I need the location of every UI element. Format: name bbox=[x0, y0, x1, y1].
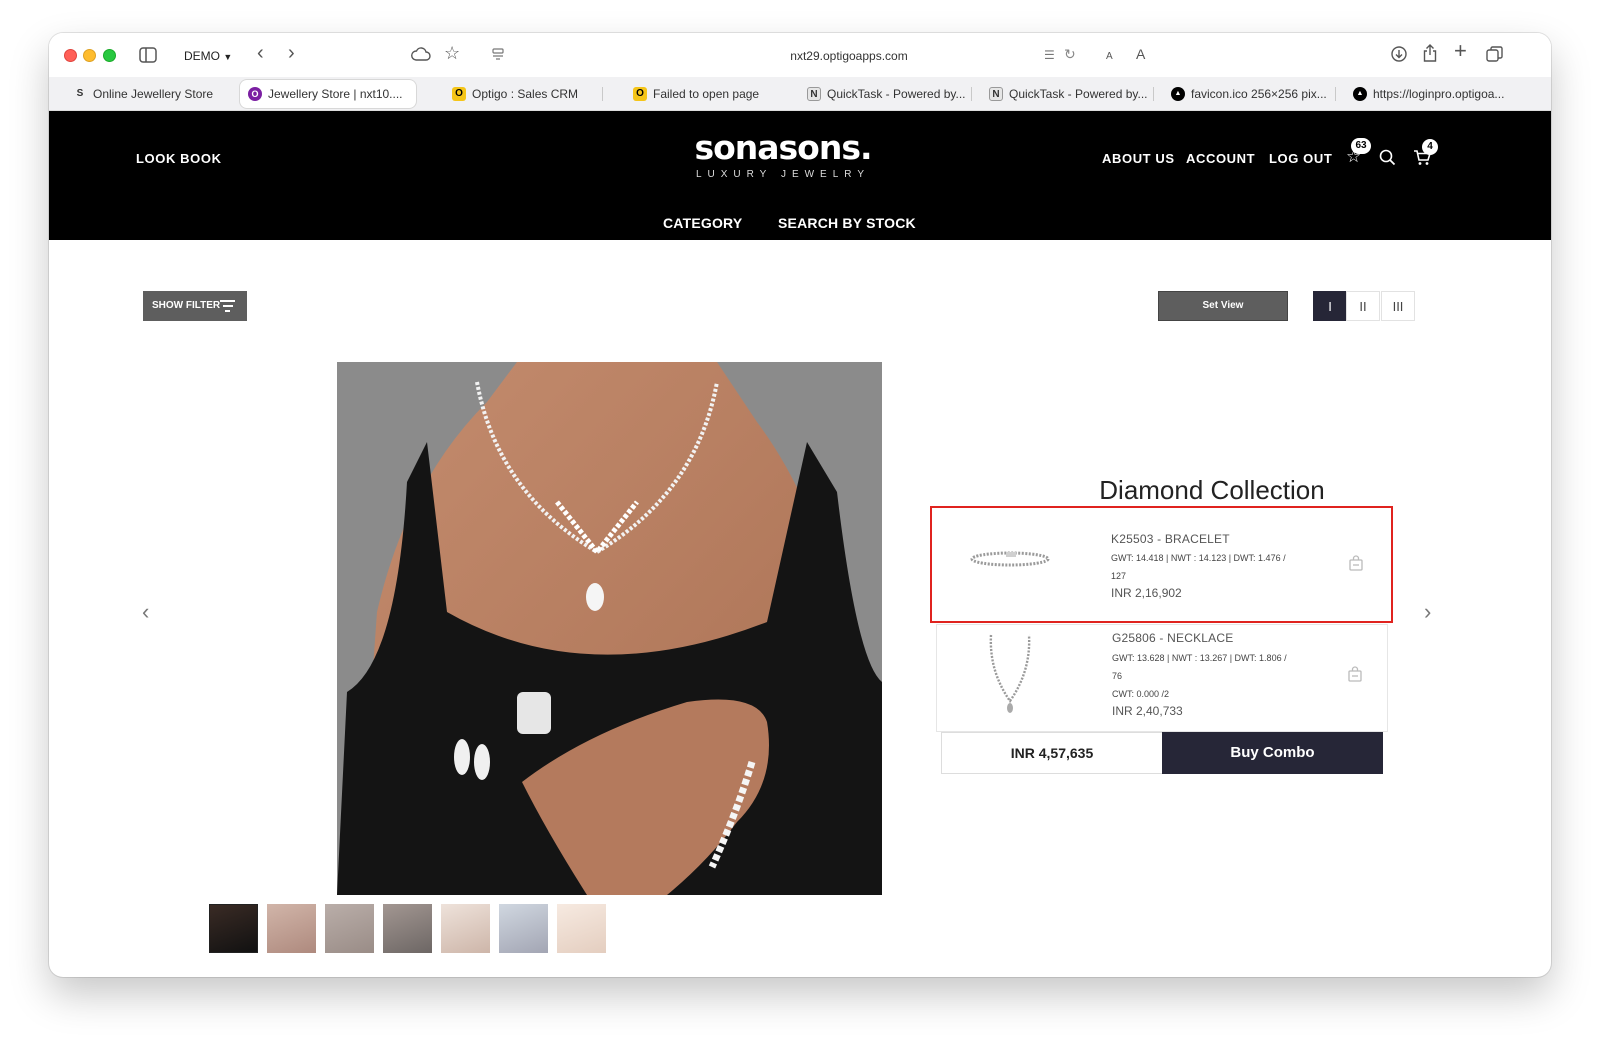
n-favicon-icon: N bbox=[989, 87, 1003, 101]
view-toggle-1[interactable]: I bbox=[1313, 291, 1347, 321]
item-price: INR 2,16,902 bbox=[1111, 586, 1182, 600]
item-title: K25503 - BRACELET bbox=[1111, 532, 1230, 546]
tab-separator bbox=[1153, 87, 1154, 101]
share-icon[interactable] bbox=[1423, 44, 1437, 66]
new-tab-icon[interactable]: + bbox=[1454, 40, 1467, 62]
set-view-button[interactable]: Set View bbox=[1158, 291, 1288, 321]
view-toggle-2[interactable]: II bbox=[1346, 291, 1380, 321]
bracelet-thumbnail bbox=[970, 550, 1050, 568]
tab-separator bbox=[971, 87, 972, 101]
o-favicon-icon: O bbox=[248, 87, 262, 101]
thumbnail-image[interactable] bbox=[499, 904, 548, 953]
nav-log-out[interactable]: LOG OUT bbox=[1269, 151, 1332, 166]
lookbook-main-image bbox=[337, 362, 882, 895]
thumbnail-image[interactable] bbox=[267, 904, 316, 953]
buy-combo-button[interactable]: Buy Combo bbox=[1162, 732, 1383, 774]
thumbnail-image[interactable] bbox=[441, 904, 490, 953]
tab-label: QuickTask - Powered by... bbox=[1009, 87, 1148, 101]
tab-label: Online Jewellery Store bbox=[93, 87, 214, 101]
thumbnail-image[interactable] bbox=[209, 904, 258, 953]
show-filter-button[interactable]: SHOW FILTER bbox=[143, 291, 247, 321]
downloads-icon[interactable] bbox=[1391, 46, 1407, 66]
o-favicon-icon: O bbox=[633, 87, 647, 101]
nav-search-by-stock[interactable]: SEARCH BY STOCK bbox=[778, 215, 916, 231]
translate-icon[interactable]: ☰ bbox=[1044, 47, 1055, 63]
item-spec: CWT: 0.000 /2 bbox=[1112, 689, 1170, 699]
chevron-down-icon: ▼ bbox=[223, 52, 233, 62]
thumbnail-image[interactable] bbox=[383, 904, 432, 953]
tab-jewellery-store[interactable]: O Jewellery Store | nxt10.... bbox=[240, 80, 416, 108]
browser-window: DEMO ▼ ‹ › ☆ nxt29.optigoapps.com ☰ ↻ A … bbox=[49, 33, 1551, 977]
profile-selector[interactable]: DEMO ▼ bbox=[175, 44, 241, 68]
next-slide-arrow[interactable]: › bbox=[1424, 599, 1431, 625]
wishlist-count-badge: 63 bbox=[1351, 138, 1371, 154]
nav-about-us[interactable]: ABOUT US bbox=[1102, 151, 1175, 166]
previous-slide-arrow[interactable]: ‹ bbox=[142, 599, 149, 625]
close-window-button[interactable] bbox=[64, 49, 77, 62]
collection-title: Diamond Collection bbox=[1099, 475, 1325, 505]
forward-icon[interactable]: › bbox=[288, 43, 295, 63]
text-smaller-button[interactable]: A bbox=[1106, 49, 1113, 65]
show-filter-label: SHOW FILTER bbox=[152, 300, 221, 311]
tab-label: Jewellery Store | nxt10.... bbox=[268, 87, 403, 101]
bookmark-star-icon[interactable]: ☆ bbox=[444, 44, 460, 62]
page-menu-icon[interactable] bbox=[491, 47, 505, 65]
icloud-icon[interactable] bbox=[411, 47, 431, 65]
tab-loginpro[interactable]: ▲ https://loginpro.optigoa... bbox=[1345, 80, 1515, 108]
tab-label: Optigo : Sales CRM bbox=[472, 87, 579, 101]
tab-online-jewellery-store[interactable]: S Online Jewellery Store bbox=[65, 80, 235, 108]
item-spec: 127 bbox=[1111, 571, 1127, 581]
item-spec: 76 bbox=[1112, 671, 1123, 681]
item-spec: GWT: 14.418 | NWT : 14.123 | DWT: 1.476 … bbox=[1111, 553, 1286, 563]
nav-account[interactable]: ACCOUNT bbox=[1186, 151, 1255, 166]
add-to-cart-bag-icon[interactable] bbox=[1348, 666, 1362, 682]
tab-favicon-ico[interactable]: ▲ favicon.ico 256×256 pix... bbox=[1163, 80, 1331, 108]
zoom-window-button[interactable] bbox=[103, 49, 116, 62]
view-toggle-3[interactable]: III bbox=[1381, 291, 1415, 321]
tab-bar: S Online Jewellery Store O Jewellery Sto… bbox=[49, 77, 1551, 111]
browser-toolbar: DEMO ▼ ‹ › ☆ nxt29.optigoapps.com ☰ ↻ A … bbox=[49, 33, 1551, 77]
n-favicon-icon: N bbox=[807, 87, 821, 101]
combo-total-price: INR 4,57,635 bbox=[941, 732, 1163, 774]
item-price: INR 2,40,733 bbox=[1112, 704, 1183, 718]
minimize-window-button[interactable] bbox=[83, 49, 96, 62]
add-to-cart-bag-icon[interactable] bbox=[1349, 555, 1363, 571]
tab-separator bbox=[602, 87, 603, 101]
item-spec: GWT: 13.628 | NWT : 13.267 | DWT: 1.806 … bbox=[1112, 653, 1287, 663]
necklace-thumbnail bbox=[985, 631, 1035, 717]
tab-overview-icon[interactable] bbox=[1486, 46, 1503, 67]
site-header: LOOK BOOK sonasons. LUXURY JEWELRY ABOUT… bbox=[49, 111, 1551, 240]
tab-label: QuickTask - Powered by... bbox=[827, 87, 966, 101]
tab-quicktask-2[interactable]: N QuickTask - Powered by... bbox=[981, 80, 1149, 108]
item-title: G25806 - NECKLACE bbox=[1112, 631, 1234, 645]
cart-count-badge: 4 bbox=[1422, 139, 1438, 155]
s-favicon-icon: S bbox=[76, 88, 84, 99]
thumbnail-image[interactable] bbox=[557, 904, 606, 953]
tab-label: Failed to open page bbox=[653, 87, 760, 101]
triangle-favicon-icon: ▲ bbox=[1353, 87, 1367, 101]
tab-failed-to-open[interactable]: O Failed to open page bbox=[625, 80, 795, 108]
profile-label: DEMO bbox=[184, 49, 220, 63]
back-icon[interactable]: ‹ bbox=[257, 43, 264, 63]
search-icon[interactable] bbox=[1379, 149, 1396, 171]
reload-icon[interactable]: ↻ bbox=[1064, 46, 1076, 62]
address-text: nxt29.optigoapps.com bbox=[790, 49, 908, 63]
sidebar-toggle-icon[interactable] bbox=[139, 47, 157, 67]
thumbnail-image[interactable] bbox=[325, 904, 374, 953]
collection-item-necklace[interactable]: G25806 - NECKLACE GWT: 13.628 | NWT : 13… bbox=[936, 624, 1388, 732]
nav-category[interactable]: CATEGORY bbox=[663, 215, 742, 231]
filter-icon bbox=[220, 300, 235, 315]
tab-label: favicon.ico 256×256 pix... bbox=[1191, 87, 1327, 101]
tab-separator bbox=[1335, 87, 1336, 101]
tab-optigo-sales-crm[interactable]: O Optigo : Sales CRM bbox=[444, 80, 606, 108]
tab-label: https://loginpro.optigoa... bbox=[1373, 87, 1505, 101]
collection-item-bracelet[interactable]: K25503 - BRACELET GWT: 14.418 | NWT : 14… bbox=[930, 506, 1393, 623]
tab-quicktask-1[interactable]: N QuickTask - Powered by... bbox=[799, 80, 967, 108]
site-logo-tagline: LUXURY JEWELRY bbox=[695, 169, 871, 180]
text-larger-button[interactable]: A bbox=[1136, 46, 1145, 62]
o-favicon-icon: O bbox=[452, 87, 466, 101]
triangle-favicon-icon: ▲ bbox=[1171, 87, 1185, 101]
